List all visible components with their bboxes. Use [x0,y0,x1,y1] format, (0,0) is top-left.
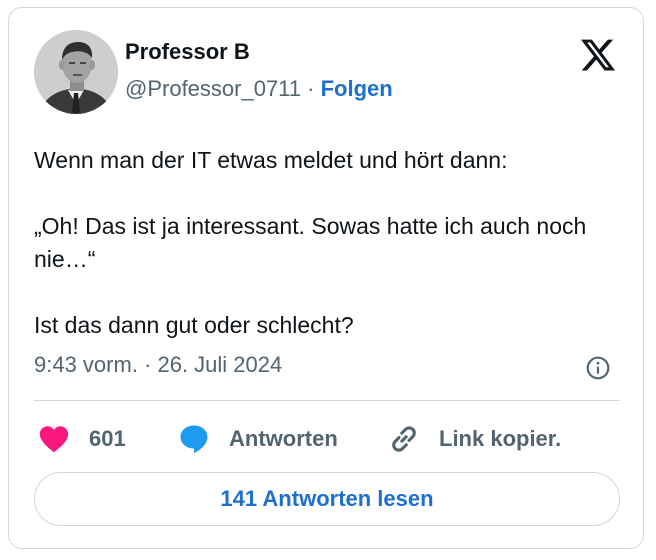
tweet-paragraph: „Oh! Das ist ja interessant. Sowas hatte… [34,213,587,272]
author-handle-row: @Professor_0711 · Folgen [125,76,393,102]
heart-icon [39,426,69,453]
x-logo-icon[interactable] [579,36,617,74]
avatar-portrait-image [34,30,118,114]
link-icon [392,426,416,452]
tweet-text: Wenn man der IT etwas meldet und hört da… [34,144,624,342]
copy-link-label: Link kopier. [439,426,562,451]
divider [34,400,620,401]
follow-button[interactable]: Folgen [321,76,393,101]
separator-dot: · [307,76,315,101]
read-replies-button[interactable]: 141 Antworten lesen [34,472,620,526]
speech-bubble-icon [180,425,208,454]
copy-link-button[interactable]: Link kopier. [387,421,561,457]
tweet-card: Professor B @Professor_0711 · Folgen Wen… [8,7,644,549]
tweet-paragraph: Ist das dann gut oder schlecht? [34,312,354,338]
info-icon[interactable] [585,355,611,381]
like-button[interactable]: 601 [37,421,126,457]
reply-label: Antworten [229,426,338,451]
author-name[interactable]: Professor B [125,39,250,65]
author-handle[interactable]: @Professor_0711 [125,76,301,101]
reply-button[interactable]: Antworten [177,421,338,457]
avatar[interactable] [34,30,118,114]
like-count: 601 [89,426,126,451]
tweet-paragraph: Wenn man der IT etwas meldet und hört da… [34,147,508,173]
tweet-timestamp[interactable]: 9:43 vorm. · 26. Juli 2024 [34,352,282,378]
